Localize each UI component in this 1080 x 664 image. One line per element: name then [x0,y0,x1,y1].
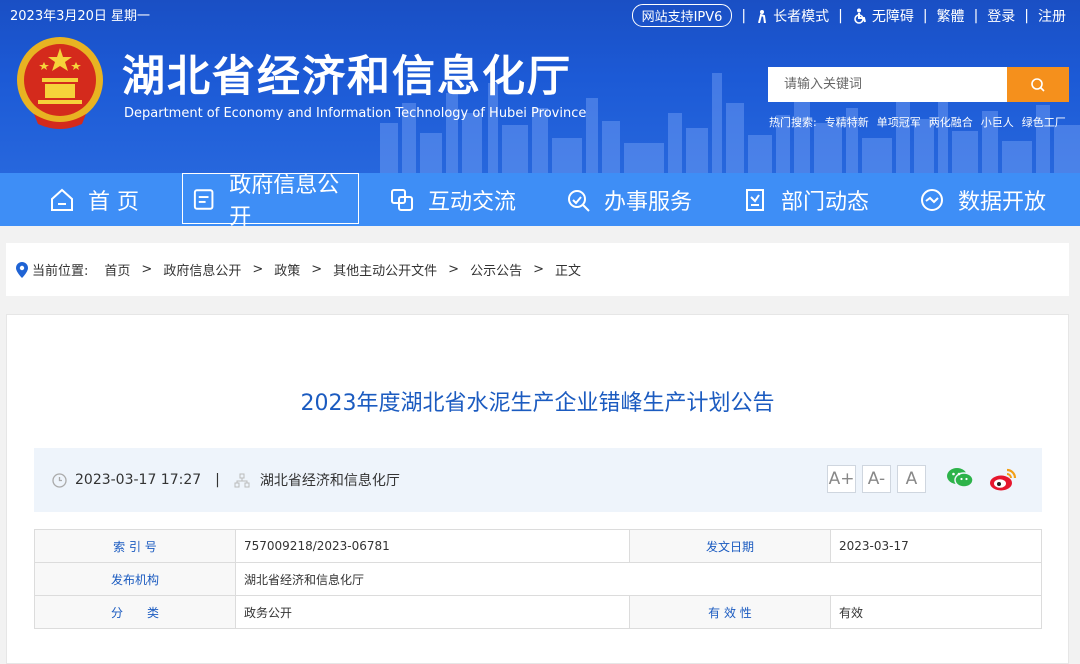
home-icon [51,188,73,211]
nav-label: 数据开放 [958,189,1047,215]
hot-search: 热门搜索: 专精特新 单项冠军 两化融合 小巨人 绿色工厂 [769,114,1074,130]
login-link[interactable]: 登录 [987,6,1015,26]
wechat-icon [947,468,974,488]
search-input[interactable] [768,67,1007,102]
publish-datetime: 2023-03-17 17:27 [75,472,202,488]
article-panel: 2023年度湖北省水泥生产企业错峰生产计划公告 2023-03-17 17:27… [6,314,1069,664]
hot-term[interactable]: 小巨人 [981,114,1014,130]
issue-date-value: 2023-03-17 [830,529,1042,563]
nav-label: 首 页 [88,189,139,215]
breadcrumb-item[interactable]: 首页 [104,260,130,279]
nav-interaction[interactable]: 互动交流 [388,173,516,226]
breadcrumb-item: 正文 [555,264,582,279]
site-header: 2023年3月20日 星期一 网站支持IPV6 | 长者模式 | 无障碍 | 繁… [0,0,1080,173]
nav-gov-info[interactable]: 政府信息公开 [182,173,359,230]
validity-label: 有 效 性 [629,595,831,629]
divider: | [1024,7,1029,24]
breadcrumb-item[interactable]: 公示公告 [470,260,522,279]
nav-news[interactable]: 部门动态 [741,173,869,226]
elder-icon [758,9,767,23]
top-links: 网站支持IPV6 | 长者模式 | 无障碍 | 繁體 | 登录 | 注册 [631,4,1066,27]
breadcrumb-item[interactable]: 其他主动公开文件 [333,260,437,279]
document-icon [193,188,214,210]
traditional-chinese-link[interactable]: 繁體 [937,6,965,26]
breadcrumb-separator: > [311,262,323,277]
weibo-share-button[interactable] [988,466,1018,496]
hot-term[interactable]: 专精特新 [825,114,869,130]
main-nav: 首 页 政府信息公开 互动交流 办事服务 部门动态 数据开放 [0,173,1080,230]
index-number-value: 757009218/2023-06781 [235,529,630,563]
nav-label: 互动交流 [428,189,517,215]
breadcrumb-label: 当前位置: [32,264,89,279]
elder-mode-label: 长者模式 [773,8,830,25]
clock-icon [52,472,67,488]
breadcrumb-item[interactable]: 政策 [274,260,300,279]
hot-term[interactable]: 绿色工厂 [1022,114,1066,130]
location-pin-icon [16,261,28,278]
nav-home[interactable]: 首 页 [48,173,139,226]
hot-search-label: 热门搜索: [769,116,817,129]
divider: | [741,7,747,24]
wheelchair-icon [854,8,866,24]
search-icon [1031,77,1045,92]
breadcrumb-item[interactable]: 政府信息公开 [163,260,241,279]
publisher-value: 湖北省经济和信息化厅 [235,562,1042,596]
hot-term[interactable]: 单项冠军 [877,114,921,130]
current-date: 2023年3月20日 星期一 [10,9,151,24]
nav-data[interactable]: 数据开放 [918,173,1046,226]
divider: | [838,7,843,24]
breadcrumb: 当前位置: 首页 > 政府信息公开 > 政策 > 其他主动公开文件 > 公示公告… [6,243,1069,296]
interaction-icon [391,188,413,211]
publish-source: 湖北省经济和信息化厅 [259,473,400,489]
site-title: 湖北省经济和信息化厅 [122,52,572,102]
elder-mode-link[interactable]: 长者模式 [755,6,829,26]
breadcrumb-separator: > [141,262,153,277]
register-link[interactable]: 注册 [1038,6,1066,26]
document-info-table: 索 引 号 757009218/2023-06781 发文日期 2023-03-… [34,529,1042,629]
wechat-share-button[interactable] [946,466,974,496]
table-row: 分 类 政务公开 有 效 性 有效 [34,595,1042,629]
breadcrumb-separator: > [448,262,460,277]
breadcrumb-separator: > [533,262,544,277]
data-icon [921,188,943,211]
share-buttons [946,466,1032,496]
weibo-icon [990,468,1017,491]
nav-label: 办事服务 [604,189,693,215]
category-label: 分 类 [34,595,236,629]
organization-icon [234,473,250,487]
font-decrease-button[interactable]: A- [862,465,891,493]
validity-value: 有效 [830,595,1042,629]
search-button[interactable] [1007,67,1069,102]
index-number-label: 索 引 号 [34,529,236,563]
national-emblem-logo [17,37,103,129]
divider: | [922,7,928,24]
publisher-label: 发布机构 [34,562,236,596]
table-row: 索 引 号 757009218/2023-06781 发文日期 2023-03-… [34,529,1042,563]
article-title: 2023年度湖北省水泥生产企业错峰生产计划公告 [300,391,775,416]
article-meta-bar: 2023-03-17 17:27 | 湖北省经济和信息化厅 A+ A- A [34,448,1042,512]
nav-label: 政府信息公开 [229,172,340,230]
divider: | [973,7,979,24]
nav-service[interactable]: 办事服务 [564,173,692,226]
news-icon [746,188,764,211]
search-bar [768,67,1069,102]
accessibility-label: 无障碍 [871,8,914,25]
category-value: 政务公开 [235,595,630,629]
font-default-button[interactable]: A [897,465,926,493]
font-increase-button[interactable]: A+ [827,465,856,493]
site-subtitle: Department of Economy and Information Te… [124,106,587,121]
hot-term[interactable]: 两化融合 [929,114,973,130]
breadcrumb-separator: > [252,262,264,277]
nav-label: 部门动态 [781,189,870,215]
accessibility-link[interactable]: 无障碍 [852,6,914,26]
ipv6-badge[interactable]: 网站支持IPV6 [631,4,733,27]
table-row: 发布机构 湖北省经济和信息化厅 [34,562,1042,596]
font-size-controls: A+ A- A [827,465,932,493]
divider: | [215,472,220,488]
issue-date-label: 发文日期 [629,529,831,563]
service-icon [568,189,590,212]
